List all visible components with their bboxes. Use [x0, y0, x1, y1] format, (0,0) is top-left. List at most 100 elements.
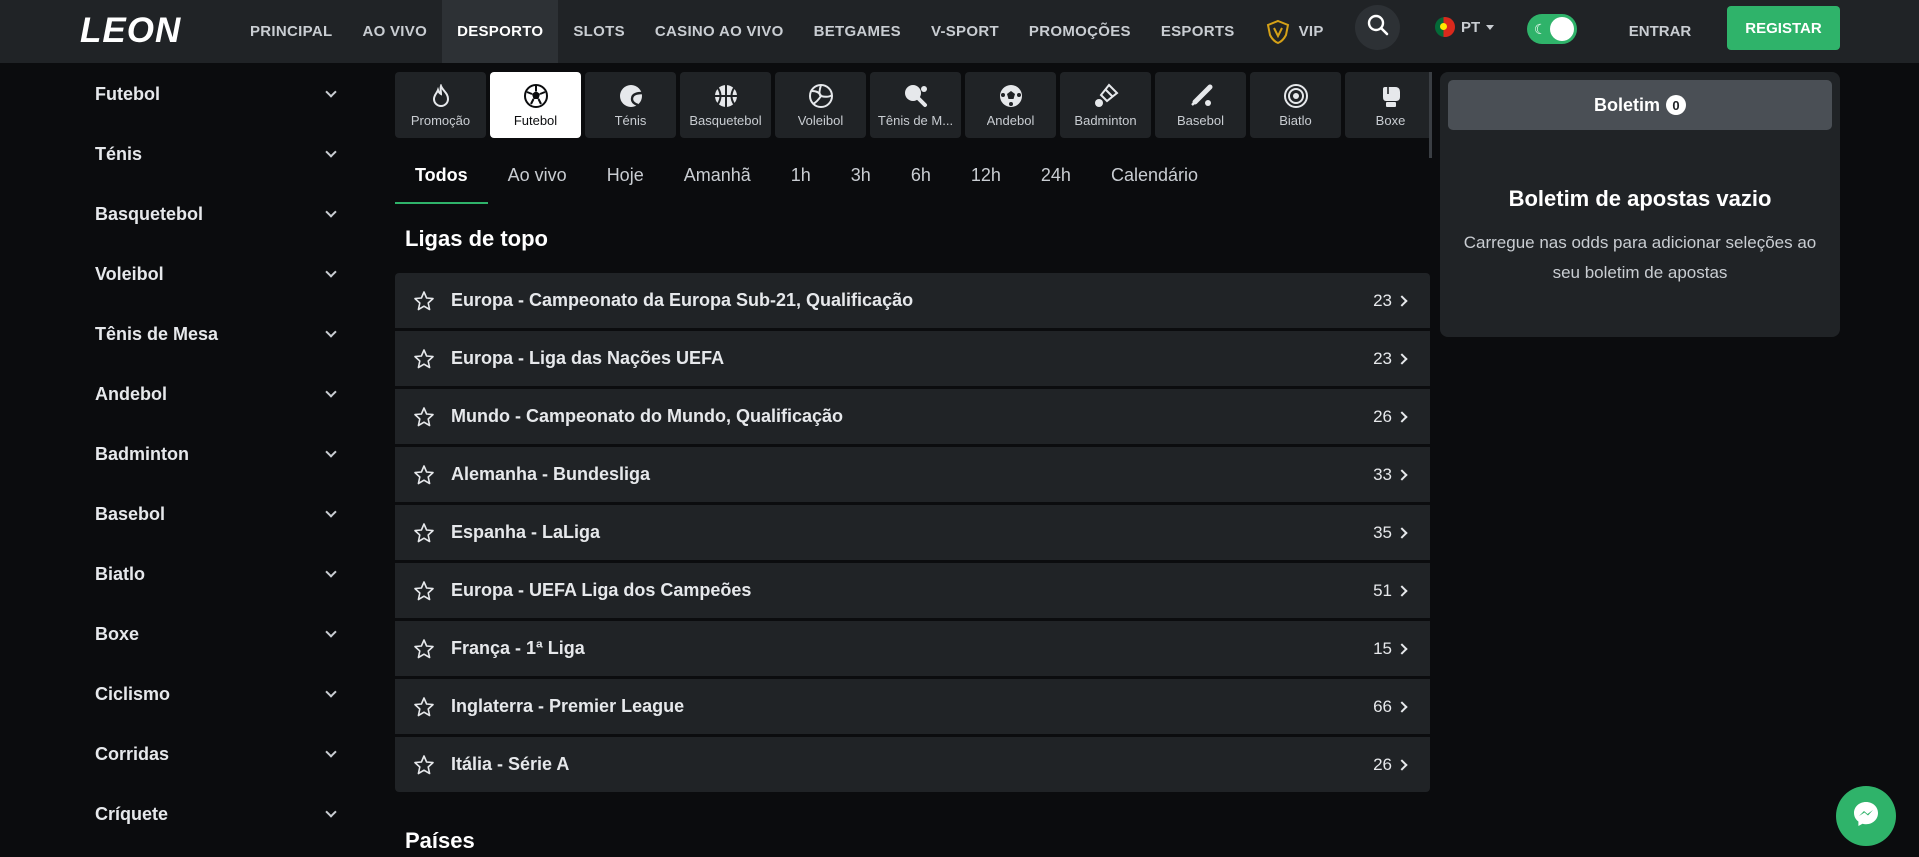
sidebar-item-criquete[interactable]: Críquete: [75, 784, 345, 844]
league-name: Inglaterra - Premier League: [451, 696, 685, 716]
league-row[interactable]: França - 1ª Liga 15: [395, 621, 1430, 676]
chevron-right-icon: [1396, 526, 1408, 539]
vip-shield-icon: [1265, 19, 1291, 45]
nav-item-ao-vivo[interactable]: AO VIVO: [347, 0, 442, 63]
sidebar-item-label: Basquetebol: [95, 203, 204, 224]
sport-tile-label: Promoção: [410, 112, 471, 128]
sport-tile-boxe[interactable]: Boxe: [1345, 72, 1430, 138]
league-event-count: 26: [1373, 754, 1392, 774]
sport-tile-tenis[interactable]: Ténis: [585, 72, 676, 138]
sidebar-item-boxe[interactable]: Boxe: [75, 604, 345, 664]
sports-strip-scrollbar[interactable]: [1429, 72, 1432, 158]
sport-tile-tenis-de-mesa[interactable]: Tênis de M...: [870, 72, 961, 138]
sidebar-item-tenis-de-mesa[interactable]: Tênis de Mesa: [75, 304, 345, 364]
nav-item-esports[interactable]: ESPORTS: [1146, 0, 1250, 63]
sport-tile-label: Basquetebol: [689, 112, 762, 128]
league-event-count: 15: [1373, 638, 1392, 658]
language-selector[interactable]: PT: [1435, 17, 1495, 37]
nav-item-vip[interactable]: VIP: [1250, 0, 1339, 63]
nav-item-v-sport[interactable]: V-SPORT: [916, 0, 1014, 63]
chat-button[interactable]: [1836, 786, 1896, 846]
sport-tile-voleibol[interactable]: Voleibol: [775, 72, 866, 138]
sidebar-item-label: Ténis: [95, 143, 143, 164]
leon-logo[interactable]: LEON: [80, 11, 181, 51]
star-icon[interactable]: [413, 696, 435, 718]
league-name: Mundo - Campeonato do Mundo, Qualificaçã…: [451, 406, 843, 426]
star-icon[interactable]: [413, 580, 435, 602]
sidebar-item-tenis[interactable]: Ténis: [75, 124, 345, 184]
sidebar-item-basquetebol[interactable]: Basquetebol: [75, 184, 345, 244]
star-icon[interactable]: [413, 754, 435, 776]
star-icon[interactable]: [413, 638, 435, 660]
star-icon[interactable]: [413, 290, 435, 312]
tab-3h[interactable]: 3h: [831, 160, 891, 204]
register-button[interactable]: REGISTAR: [1727, 6, 1840, 50]
sport-tile-basebol[interactable]: Basebol: [1155, 72, 1246, 138]
tab-calendario[interactable]: Calendário: [1091, 160, 1218, 204]
search-button[interactable]: [1355, 5, 1400, 50]
nav-item-casino-ao-vivo[interactable]: CASINO AO VIVO: [640, 0, 799, 63]
league-row[interactable]: Europa - Liga das Nações UEFA 23: [395, 331, 1430, 386]
sidebar-item-label: Andebol: [95, 383, 167, 404]
sport-tile-promocao[interactable]: Promoção: [395, 72, 486, 138]
tab-24h[interactable]: 24h: [1021, 160, 1091, 204]
league-row[interactable]: Espanha - LaLiga 35: [395, 505, 1430, 560]
chevron-down-icon: [325, 446, 337, 458]
chevron-down-icon: [325, 686, 337, 698]
sport-tile-label: Badminton: [1074, 112, 1137, 128]
tab-todos[interactable]: Todos: [395, 160, 488, 204]
league-row[interactable]: Mundo - Campeonato do Mundo, Qualificaçã…: [395, 389, 1430, 444]
nav-item-promocoes[interactable]: PROMOÇÕES: [1014, 0, 1146, 63]
league-row[interactable]: Inglaterra - Premier League 66: [395, 679, 1430, 734]
sidebar-item-futebol[interactable]: Futebol: [75, 64, 345, 124]
tab-hoje[interactable]: Hoje: [587, 160, 664, 204]
tab-amanha[interactable]: Amanhã: [664, 160, 771, 204]
nav-item-principal[interactable]: PRINCIPAL: [235, 0, 347, 63]
sport-tile-basquetebol[interactable]: Basquetebol: [680, 72, 771, 138]
league-row[interactable]: Alemanha - Bundesliga 33: [395, 447, 1430, 502]
sport-tile-label: Biatlo: [1279, 112, 1312, 128]
nav-item-label: PROMOÇÕES: [1028, 23, 1131, 40]
login-button[interactable]: ENTRAR: [1610, 10, 1710, 52]
league-row[interactable]: Europa - Campeonato da Europa Sub-21, Qu…: [395, 273, 1430, 328]
league-event-count: 51: [1373, 580, 1392, 600]
tab-6h[interactable]: 6h: [891, 160, 951, 204]
betslip-empty-title: Boletim de apostas vazio: [1508, 186, 1772, 211]
sport-tile-biatlo[interactable]: Biatlo: [1250, 72, 1341, 138]
sidebar-item-biatlo[interactable]: Biatlo: [75, 544, 345, 604]
sidebar-item-badminton[interactable]: Badminton: [75, 424, 345, 484]
star-icon[interactable]: [413, 522, 435, 544]
sport-tile-label: Voleibol: [797, 112, 844, 128]
sidebar-item-ciclismo[interactable]: Ciclismo: [75, 664, 345, 724]
sidebar-item-voleibol[interactable]: Voleibol: [75, 244, 345, 304]
tab-1h[interactable]: 1h: [771, 160, 831, 204]
nav-item-betgames[interactable]: BETGAMES: [799, 0, 916, 63]
league-row[interactable]: Itália - Série A 26: [395, 737, 1430, 792]
league-name: Espanha - LaLiga: [451, 522, 601, 542]
nav-item-label: DESPORTO: [457, 23, 544, 40]
chevron-right-icon: [1396, 642, 1408, 655]
nav-item-slots[interactable]: SLOTS: [558, 0, 640, 63]
sidebar-item-corridas[interactable]: Corridas: [75, 724, 345, 784]
theme-toggle[interactable]: ☾: [1527, 14, 1577, 44]
top-header: LEON PRINCIPAL AO VIVO DESPORTO SLOTS CA…: [0, 0, 1919, 63]
sport-tile-badminton[interactable]: Badminton: [1060, 72, 1151, 138]
league-row[interactable]: Europa - UEFA Liga dos Campeões 51: [395, 563, 1430, 618]
sport-tile-andebol[interactable]: Andebol: [965, 72, 1056, 138]
betslip-button[interactable]: Boletim 0: [1448, 80, 1832, 130]
sidebar-item-andebol[interactable]: Andebol: [75, 364, 345, 424]
star-icon[interactable]: [413, 464, 435, 486]
shuttlecock-icon: [1093, 83, 1119, 109]
league-name: Europa - Campeonato da Europa Sub-21, Qu…: [451, 290, 914, 310]
nav-item-desporto[interactable]: DESPORTO: [442, 0, 559, 63]
star-icon[interactable]: [413, 348, 435, 370]
sidebar-item-basebol[interactable]: Basebol: [75, 484, 345, 544]
table-tennis-icon: [903, 83, 929, 109]
betslip-empty-text: Carregue nas odds para adicionar seleçõe…: [1463, 233, 1817, 282]
sport-tile-futebol[interactable]: Futebol: [490, 72, 581, 138]
sports-strip: Promoção Futebol Ténis Basquetebol Volei…: [395, 72, 1430, 139]
tab-12h[interactable]: 12h: [951, 160, 1021, 204]
star-icon[interactable]: [413, 406, 435, 428]
tab-ao-vivo[interactable]: Ao vivo: [488, 160, 587, 204]
nav-item-label: SLOTS: [573, 23, 625, 40]
